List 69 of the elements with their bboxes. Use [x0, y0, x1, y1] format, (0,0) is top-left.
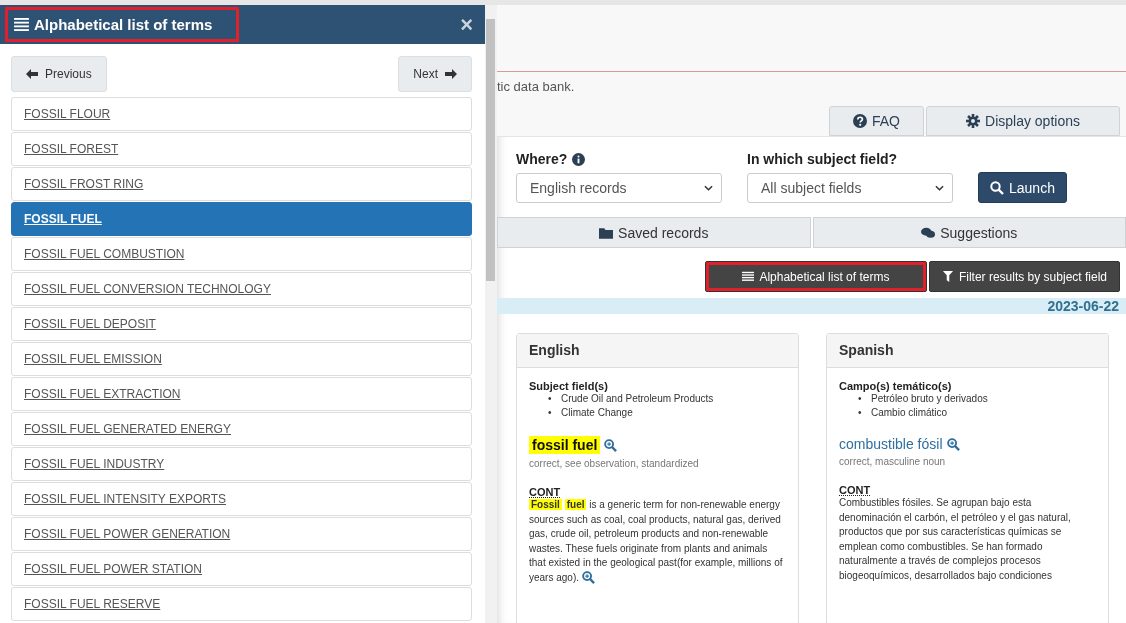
bullet: • [858, 392, 863, 406]
subject-fields-label: Campo(s) temático(s) [839, 380, 953, 392]
subject-field: Climate Change [561, 407, 633, 418]
where-select[interactable]: English records [516, 173, 722, 203]
term-link[interactable]: FOSSIL FROST RING [11, 167, 472, 201]
term-title: combustible fósil [839, 436, 943, 452]
term-link[interactable]: FOSSIL FUEL POWER STATION [11, 552, 472, 586]
record-date: 2023-06-22 [1047, 298, 1119, 314]
bullet: • [548, 406, 553, 420]
language-heading: English [517, 334, 798, 368]
folder-icon [599, 225, 614, 240]
tab[interactable]: Saved records [497, 217, 811, 248]
help-icon [853, 114, 867, 128]
list-icon [14, 18, 29, 31]
filter-icon [941, 271, 954, 282]
subject-field-select[interactable]: All subject fields [747, 173, 953, 203]
term-link[interactable]: FOSSIL FUEL EMISSION [11, 342, 472, 376]
term-link[interactable]: FOSSIL FLOUR [11, 97, 472, 131]
zoom-icon[interactable] [581, 571, 595, 585]
tab[interactable]: Suggestions [812, 217, 1126, 248]
section-heading: CONT [529, 486, 562, 498]
previous-button[interactable]: Previous [11, 56, 107, 92]
right-arrow-icon [445, 69, 457, 79]
term-link[interactable]: FOSSIL FUEL GENERATED ENERGY [11, 412, 472, 446]
term-info: correct, see observation, standardized [529, 458, 700, 469]
left-arrow-icon [26, 69, 38, 79]
term-link[interactable]: FOSSIL FUEL EXTRACTION [11, 377, 472, 411]
close-button[interactable]: × [454, 13, 479, 36]
term-link[interactable]: FOSSIL FUEL CONVERSION TECHNOLOGY [11, 272, 472, 306]
chevron-down-icon [935, 185, 944, 191]
chevron-down-icon [704, 185, 713, 191]
term-link[interactable]: FOSSIL FUEL INDUSTRY [11, 447, 472, 481]
bullet: • [548, 392, 553, 406]
where-label: Where? [516, 151, 568, 167]
subject-field: Petróleo bruto y derivados [871, 393, 988, 404]
subject-field: Crude Oil and Petroleum Products [561, 393, 714, 404]
subject-field-label: In which subject field? [747, 151, 898, 167]
display-options-button[interactable]: Display options [926, 106, 1120, 136]
tool-button[interactable]: Filter results by subject field [928, 261, 1120, 292]
term-link[interactable]: FOSSIL FUEL DEPOSIT [11, 307, 472, 341]
intro-text: tic data bank. [497, 79, 576, 94]
term-link[interactable]: FOSSIL FUEL POWER GENERATION [11, 517, 472, 551]
info-icon[interactable] [572, 152, 586, 166]
zoom-icon[interactable] [604, 438, 618, 452]
zoom-icon[interactable] [946, 437, 960, 451]
term-link[interactable]: FOSSIL FUEL COMBUSTION [11, 237, 472, 271]
definition-text: Fossil fuel is a generic term for non-renewable energy sources such as coal, coal products, natural gas, derived gas, crude oil, petroleum products and non-renewable wastes. These fuels originate from plants and animals that existed in the geological past(for example, millions of years ago). [529, 498, 784, 585]
term-link[interactable]: FOSSIL FOREST [11, 132, 472, 166]
definition-text: Combustibles fósiles. Se agrupan bajo esta denominación el carbón, el petróleo y el gas natural, productos que por sus características químicas se emplean como combustibles. Se han formado naturalmente a través de complejos procesos biogeoquímicos, desarrollados bajo condiciones [839, 496, 1072, 583]
subject-field: Cambio climático [871, 407, 948, 418]
subject-fields-label: Subject field(s) [529, 380, 609, 392]
speech-bubbles-icon [921, 225, 936, 240]
search-icon [990, 180, 1004, 195]
faq-button[interactable]: FAQ [829, 106, 924, 136]
term-info: correct, masculine noun [839, 456, 947, 467]
term-link[interactable]: FOSSIL FUEL INTENSITY EXPORTS [11, 482, 472, 516]
panel-title: Alphabetical list of terms [5, 7, 240, 42]
term-link[interactable]: FOSSIL FUEL [11, 202, 472, 236]
launch-button[interactable]: Launch [978, 172, 1067, 203]
bullet: • [858, 406, 863, 420]
list-icon [742, 271, 755, 282]
section-heading: CONT [839, 484, 872, 496]
tool-button[interactable]: Alphabetical list of terms [704, 261, 927, 292]
term-title: fossil fuel [529, 436, 601, 454]
next-button[interactable]: Next [398, 56, 472, 92]
term-link[interactable]: FOSSIL FUEL RESERVE [11, 587, 472, 621]
language-heading: Spanish [827, 334, 1108, 368]
settings-icon [966, 114, 981, 128]
scrollbar[interactable] [485, 5, 497, 623]
